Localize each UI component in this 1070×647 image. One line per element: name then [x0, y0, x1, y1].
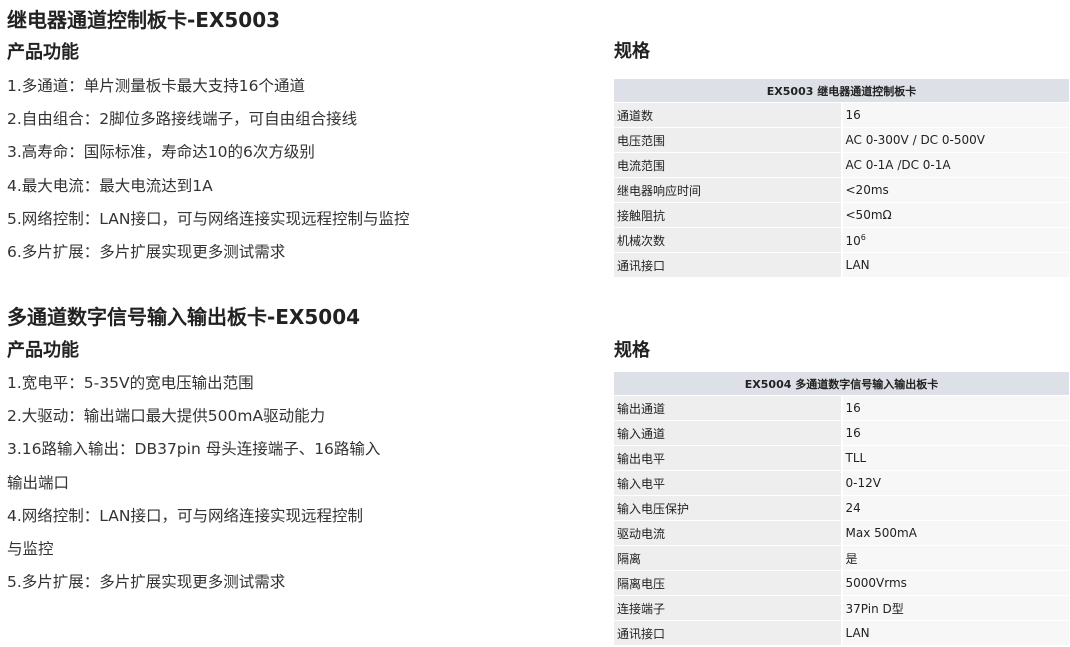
table-row: 驱动电流 Max 500mA	[614, 520, 1069, 546]
table-row: 通讯接口 LAN	[614, 252, 1069, 278]
spec-heading-ex5003: 规格	[614, 41, 650, 62]
spec-value: 16	[841, 420, 1069, 446]
spec-value-superscript: 6	[860, 232, 866, 242]
spec-key: 输出通道	[614, 395, 843, 421]
table-row: 继电器响应时间 <20ms	[614, 177, 1069, 203]
spec-value: 24	[841, 495, 1069, 521]
spec-value: <20ms	[841, 177, 1069, 203]
feature-item: 5.网络控制：LAN接口，可与网络连接实现远程控制与监控	[7, 210, 410, 228]
spec-value: AC 0-1A /DC 0-1A	[841, 152, 1069, 178]
spec-value: 37Pin D型	[841, 595, 1069, 621]
spec-table-header: EX5003 继电器通道控制板卡	[614, 79, 1069, 103]
feature-item: 6.多片扩展：多片扩展实现更多测试需求	[7, 243, 286, 261]
spec-value: 0-12V	[841, 470, 1069, 496]
feature-item: 输出端口	[7, 474, 70, 492]
feature-item: 与监控	[7, 540, 54, 558]
spec-key: 连接端子	[614, 595, 843, 621]
spec-key: 驱动电流	[614, 520, 843, 546]
spec-value: LAN	[841, 252, 1069, 278]
features-heading-ex5003: 产品功能	[7, 42, 79, 63]
spec-key: 电压范围	[614, 127, 843, 153]
spec-value: 5000Vrms	[841, 570, 1069, 596]
product-title-ex5003: 继电器通道控制板卡-EX5003	[7, 8, 281, 32]
spec-value: LAN	[841, 620, 1069, 646]
spec-value: 16	[841, 395, 1069, 421]
product-title-ex5004: 多通道数字信号输入输出板卡-EX5004	[7, 305, 361, 329]
spec-value: TLL	[841, 445, 1069, 471]
spec-value-base: 10	[845, 233, 861, 248]
spec-key: 隔离	[614, 545, 843, 571]
spec-table-header: EX5004 多通道数字信号输入输出板卡	[614, 372, 1069, 396]
table-row: 接触阻抗 <50mΩ	[614, 202, 1069, 228]
spec-key: 机械次数	[614, 227, 843, 253]
table-row: 连接端子 37Pin D型	[614, 595, 1069, 621]
feature-item: 2.自由组合：2脚位多路接线端子，可自由组合接线	[7, 110, 358, 128]
spec-key: 电流范围	[614, 152, 843, 178]
spec-key: 输出电平	[614, 445, 843, 471]
table-row: 隔离 是	[614, 545, 1069, 571]
feature-item: 1.多通道：单片测量板卡最大支持16个通道	[7, 77, 306, 95]
features-heading-ex5004: 产品功能	[7, 340, 79, 361]
spec-key: 输入通道	[614, 420, 843, 446]
table-row: 输出电平 TLL	[614, 445, 1069, 471]
spec-table-ex5004: EX5004 多通道数字信号输入输出板卡 输出通道 16 输入通道 16 输出电…	[614, 372, 1069, 646]
feature-item: 3.高寿命：国际标准，寿命达10的6次方级别	[7, 143, 315, 161]
spec-value: Max 500mA	[841, 520, 1069, 546]
feature-item: 3.16路输入输出：DB37pin 母头连接端子、16路输入	[7, 440, 381, 458]
spec-key: 输入电平	[614, 470, 843, 496]
spec-value: 是	[841, 545, 1069, 571]
spec-value: AC 0-300V / DC 0-500V	[841, 127, 1069, 153]
spec-key: 通道数	[614, 102, 843, 128]
spec-key: 输入电压保护	[614, 495, 843, 521]
table-row: 通道数 16	[614, 102, 1069, 128]
table-row: 电流范围 AC 0-1A /DC 0-1A	[614, 152, 1069, 178]
feature-item: 4.网络控制：LAN接口，可与网络连接实现远程控制	[7, 507, 363, 525]
table-row: 输入电压保护 24	[614, 495, 1069, 521]
spec-key: 通讯接口	[614, 620, 843, 646]
feature-item: 1.宽电平：5-35V的宽电压输出范围	[7, 374, 254, 392]
spec-value: <50mΩ	[841, 202, 1069, 228]
spec-key: 接触阻抗	[614, 202, 843, 228]
table-row: 输出通道 16	[614, 395, 1069, 421]
spec-value: 16	[841, 102, 1069, 128]
spec-table-ex5003: EX5003 继电器通道控制板卡 通道数 16 电压范围 AC 0-300V /…	[614, 79, 1069, 278]
spec-key: 继电器响应时间	[614, 177, 843, 203]
table-row: 输入电平 0-12V	[614, 470, 1069, 496]
spec-key: 通讯接口	[614, 252, 843, 278]
spec-heading-ex5004: 规格	[614, 340, 650, 361]
spec-value: 106	[841, 227, 1069, 253]
table-row: 通讯接口 LAN	[614, 620, 1069, 646]
feature-item: 2.大驱动：输出端口最大提供500mA驱动能力	[7, 407, 326, 425]
feature-item: 5.多片扩展：多片扩展实现更多测试需求	[7, 573, 286, 591]
feature-item: 4.最大电流：最大电流达到1A	[7, 177, 213, 195]
table-row: 电压范围 AC 0-300V / DC 0-500V	[614, 127, 1069, 153]
table-row: 输入通道 16	[614, 420, 1069, 446]
table-row: 机械次数 106	[614, 227, 1069, 253]
spec-key: 隔离电压	[614, 570, 843, 596]
table-row: 隔离电压 5000Vrms	[614, 570, 1069, 596]
